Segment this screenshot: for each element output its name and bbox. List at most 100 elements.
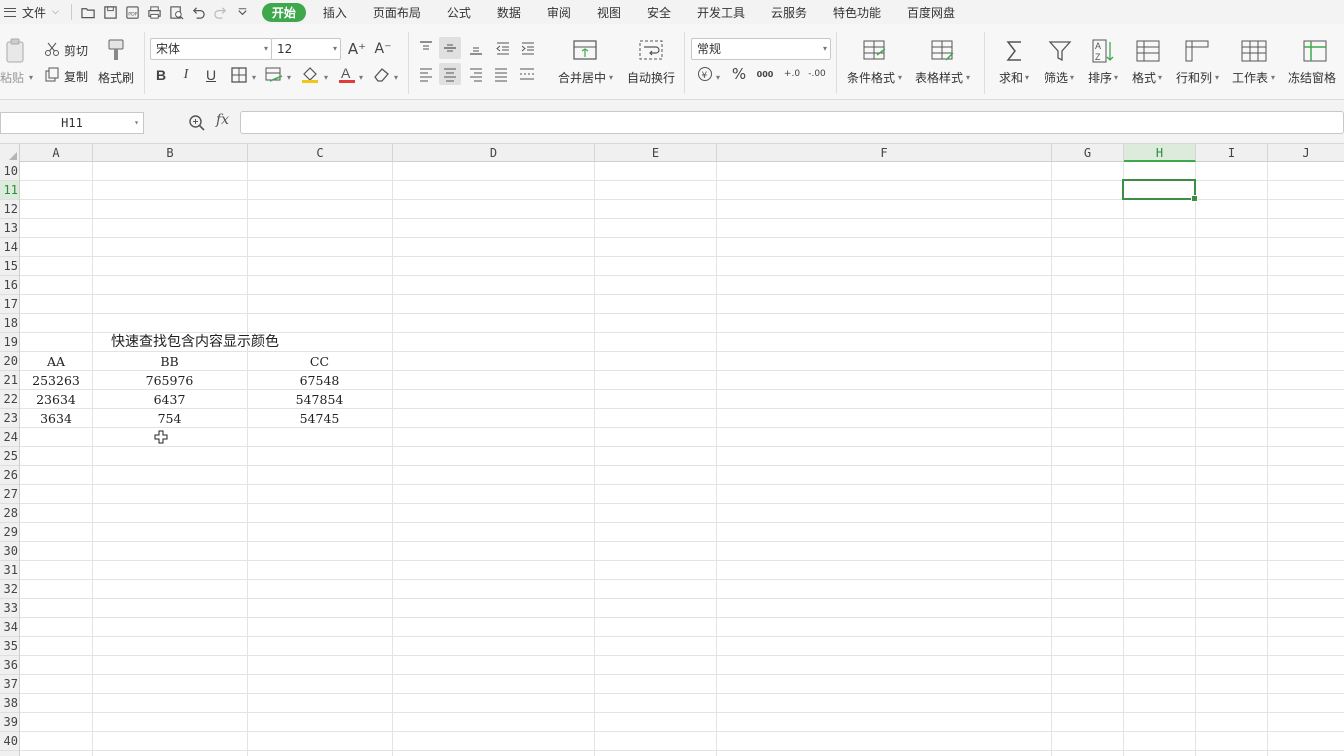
- thousands-separator-button[interactable]: 000: [754, 63, 776, 85]
- align-left-icon[interactable]: [418, 66, 434, 82]
- copy-button[interactable]: 复制: [64, 68, 88, 85]
- paste-icon[interactable]: [4, 38, 28, 64]
- paste-dropdown-arrow[interactable]: ▾: [28, 69, 33, 83]
- worksheet-label[interactable]: 工作表: [1232, 69, 1268, 86]
- redo-icon[interactable]: [210, 1, 232, 23]
- file-menu[interactable]: 文件 ⌵: [0, 0, 65, 24]
- cell-style-icon[interactable]: [264, 66, 284, 84]
- column-header-b[interactable]: B: [93, 144, 248, 162]
- wrap-text-label[interactable]: 自动换行: [627, 69, 675, 86]
- undo-icon[interactable]: [188, 1, 210, 23]
- border-icon[interactable]: [230, 66, 248, 84]
- row-header-27[interactable]: 27: [0, 485, 19, 504]
- font-color-icon[interactable]: A: [337, 64, 357, 84]
- row-header-16[interactable]: 16: [0, 276, 19, 295]
- row-header-39[interactable]: 39: [0, 713, 19, 732]
- filter-icon[interactable]: [1047, 38, 1073, 64]
- tab-baidu-netdisk[interactable]: 百度网盘: [894, 0, 968, 24]
- decrease-indent-icon[interactable]: [495, 40, 511, 56]
- rows-columns-icon[interactable]: [1184, 38, 1210, 64]
- sort-dropdown-arrow[interactable]: ▾: [1113, 69, 1118, 83]
- data-cell[interactable]: 765976: [92, 371, 247, 390]
- tab-security[interactable]: 安全: [634, 0, 684, 24]
- format-painter-icon[interactable]: [105, 38, 127, 64]
- export-pdf-icon[interactable]: PDF: [122, 1, 144, 23]
- cell-area[interactable]: 快速查找包含内容显示颜色 AA BB CC 253263 765976 6754…: [20, 162, 1344, 756]
- freeze-panes-icon[interactable]: [1302, 38, 1328, 64]
- row-header-21[interactable]: 21: [0, 371, 19, 390]
- underline-button[interactable]: U: [200, 64, 222, 86]
- percent-button[interactable]: %: [728, 63, 750, 85]
- conditional-format-label[interactable]: 条件格式: [847, 69, 895, 86]
- row-header-38[interactable]: 38: [0, 694, 19, 713]
- bold-button[interactable]: B: [150, 64, 172, 86]
- tab-cloud[interactable]: 云服务: [758, 0, 820, 24]
- tab-page-layout[interactable]: 页面布局: [360, 0, 434, 24]
- save-icon[interactable]: [100, 1, 122, 23]
- sum-dropdown-arrow[interactable]: ▾: [1024, 69, 1029, 83]
- cut-button[interactable]: 剪切: [64, 42, 88, 59]
- name-box[interactable]: H11 ▾: [0, 112, 144, 134]
- merge-center-icon[interactable]: [572, 38, 598, 62]
- distributed-align-icon[interactable]: [518, 66, 536, 82]
- italic-button[interactable]: I: [175, 64, 197, 86]
- rows-columns-label[interactable]: 行和列: [1176, 69, 1212, 86]
- font-name-select[interactable]: 宋体 ▾: [150, 38, 272, 60]
- filter-label[interactable]: 筛选: [1044, 69, 1068, 86]
- row-header-40[interactable]: 40: [0, 732, 19, 751]
- column-header-f[interactable]: F: [717, 144, 1052, 162]
- column-header-g[interactable]: G: [1052, 144, 1124, 162]
- align-top-icon[interactable]: [418, 40, 434, 56]
- column-header-h[interactable]: H: [1124, 144, 1196, 162]
- data-cell[interactable]: 754: [92, 409, 247, 428]
- format-label[interactable]: 格式: [1132, 69, 1156, 86]
- sum-icon[interactable]: [1003, 38, 1027, 64]
- fill-color-dropdown-arrow[interactable]: ▾: [323, 69, 328, 83]
- worksheet-icon[interactable]: [1240, 38, 1268, 64]
- justify-icon[interactable]: [493, 66, 509, 82]
- tab-home[interactable]: 开始: [261, 2, 306, 22]
- table-style-icon[interactable]: [930, 38, 956, 64]
- row-header-30[interactable]: 30: [0, 542, 19, 561]
- sum-label[interactable]: 求和: [999, 69, 1023, 86]
- format-icon[interactable]: [1135, 38, 1161, 64]
- column-header-i[interactable]: I: [1196, 144, 1268, 162]
- font-color-dropdown-arrow[interactable]: ▾: [358, 69, 363, 83]
- row-header-11[interactable]: 11: [0, 181, 19, 200]
- table-style-dropdown-arrow[interactable]: ▾: [965, 69, 970, 83]
- rows-columns-dropdown-arrow[interactable]: ▾: [1214, 69, 1219, 83]
- clear-dropdown-arrow[interactable]: ▾: [393, 69, 398, 83]
- column-header-c[interactable]: C: [248, 144, 393, 162]
- increase-decimal-button[interactable]: +.0: [781, 63, 803, 85]
- fill-color-icon[interactable]: [300, 64, 320, 84]
- format-dropdown-arrow[interactable]: ▾: [1157, 69, 1162, 83]
- row-header-28[interactable]: 28: [0, 504, 19, 523]
- align-right-icon[interactable]: [468, 66, 484, 82]
- tab-view[interactable]: 视图: [584, 0, 634, 24]
- currency-icon[interactable]: ¥: [697, 66, 713, 82]
- wrap-text-icon[interactable]: [638, 38, 664, 62]
- row-header-31[interactable]: 31: [0, 561, 19, 580]
- sheet-title-cell[interactable]: 快速查找包含内容显示颜色: [111, 333, 279, 352]
- row-header-15[interactable]: 15: [0, 257, 19, 276]
- active-cell[interactable]: [1122, 179, 1198, 202]
- table-style-label[interactable]: 表格样式: [915, 69, 963, 86]
- row-header-35[interactable]: 35: [0, 637, 19, 656]
- cell-style-dropdown-arrow[interactable]: ▾: [286, 69, 291, 83]
- formula-input[interactable]: [240, 111, 1344, 134]
- row-header-36[interactable]: 36: [0, 656, 19, 675]
- header-cell-cc[interactable]: CC: [247, 352, 392, 371]
- row-header-19[interactable]: 19: [0, 333, 19, 352]
- align-middle-button[interactable]: [439, 37, 461, 59]
- data-cell[interactable]: 23634: [20, 390, 92, 409]
- row-header-26[interactable]: 26: [0, 466, 19, 485]
- row-header-37[interactable]: 37: [0, 675, 19, 694]
- open-icon[interactable]: [78, 1, 100, 23]
- increase-font-size-button[interactable]: A⁺: [346, 38, 368, 60]
- row-header-33[interactable]: 33: [0, 599, 19, 618]
- tab-data[interactable]: 数据: [484, 0, 534, 24]
- row-header-20[interactable]: 20: [0, 352, 19, 371]
- row-header-12[interactable]: 12: [0, 200, 19, 219]
- decrease-font-size-button[interactable]: A⁻: [372, 38, 394, 60]
- increase-indent-icon[interactable]: [520, 40, 536, 56]
